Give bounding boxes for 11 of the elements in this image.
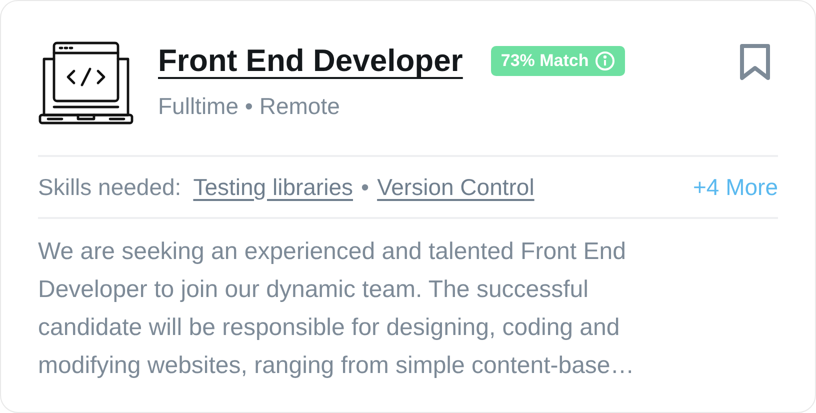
match-badge: 73% Match [490,46,625,76]
skill-link[interactable]: Version Control [377,174,534,200]
skills-label: Skills needed: [38,174,182,200]
bookmark-icon[interactable] [739,43,771,81]
more-skills-link[interactable]: +4 More [692,174,778,200]
separator-dot: • [361,174,370,200]
info-icon [594,51,615,71]
job-type-text: Fulltime • Remote [158,93,341,120]
skill-link[interactable]: Testing libraries [193,174,353,200]
job-description: We are seeking an experienced and talented Front End Developer to join our dynamic team. The successful candidate will be responsible for designing, coding and modifying websites, ranging from simple content-base… [38,237,636,381]
job-title-link[interactable]: Front End Developer [158,43,463,79]
